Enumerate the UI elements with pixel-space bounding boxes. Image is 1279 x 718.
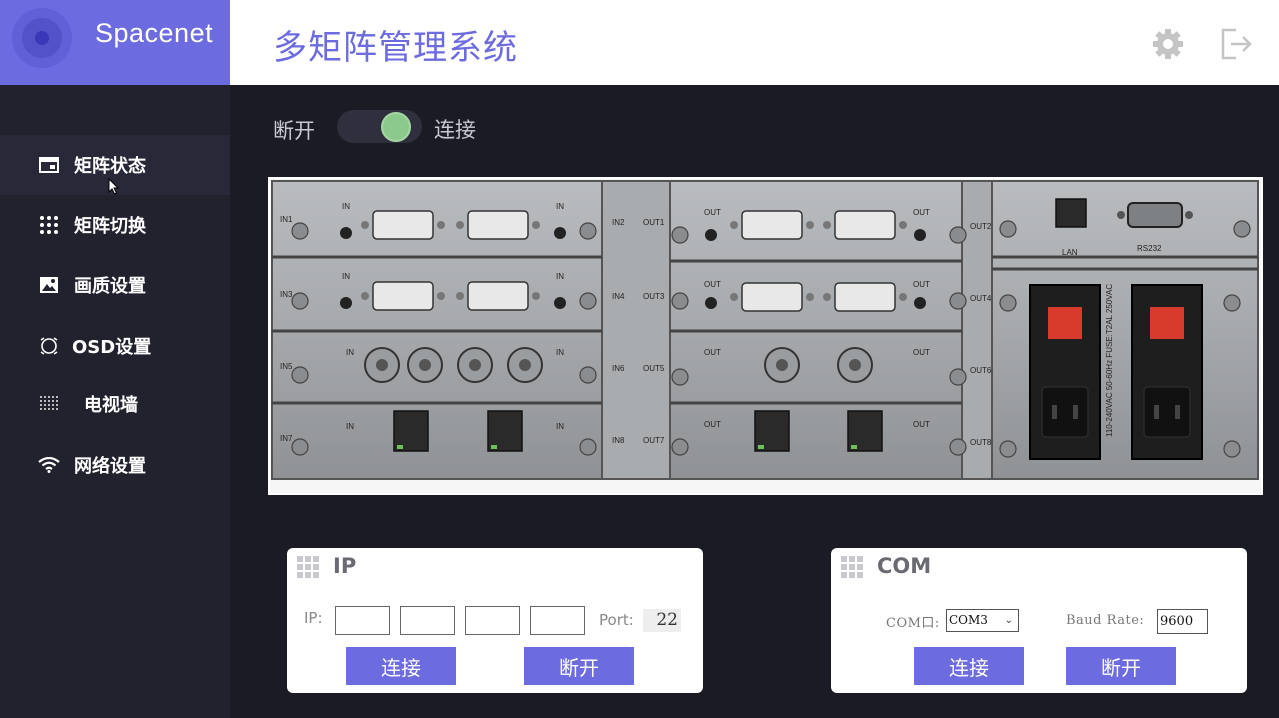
brand-bar: Spacenet <box>0 0 230 85</box>
svg-text:IN: IN <box>346 348 354 357</box>
device-label-in8: IN8 <box>612 436 625 445</box>
device-label-in6: IN6 <box>612 364 625 373</box>
device-label-power-spec: 110-240VAC 50-60Hz FUSE:T2AL 250VAC <box>1105 284 1114 437</box>
sidebar-item-label: OSD设置 <box>72 337 152 358</box>
osd-icon <box>38 335 60 357</box>
logo-icon <box>12 8 72 68</box>
ip-label: IP: <box>304 609 323 627</box>
port-label: Port: <box>599 611 634 629</box>
com-panel-title: COM <box>877 554 932 578</box>
dots-grid-icon <box>38 214 60 236</box>
device-label-out1: OUT1 <box>643 218 665 227</box>
brand-name: Spacenet <box>95 18 214 48</box>
ip-connection-panel: IP IP: Port: 22 连接 断开 <box>287 548 703 693</box>
image-icon <box>38 274 60 296</box>
device-label-in1: IN1 <box>280 215 293 224</box>
com-connect-button[interactable]: 连接 <box>914 647 1024 685</box>
svg-text:OUT: OUT <box>913 348 930 357</box>
sidebar-item-label: 电视墙 <box>84 395 138 416</box>
svg-text:OUT: OUT <box>704 348 721 357</box>
svg-text:OUT: OUT <box>704 280 721 289</box>
sidebar-item-matrix-switch[interactable]: 矩阵切换 <box>0 195 230 255</box>
com-disconnect-button[interactable]: 断开 <box>1066 647 1176 685</box>
tv-wall-icon <box>38 393 60 415</box>
connection-toggle[interactable] <box>337 110 422 143</box>
toggle-knob <box>381 112 411 142</box>
sidebar-item-tv-wall[interactable]: 电视墙 <box>0 374 230 434</box>
sidebar-item-matrix-status[interactable]: 矩阵状态 <box>0 135 230 195</box>
sidebar: Spacenet 矩阵状态 矩阵切换 画质设置 OSD设置 电视墙 网络设置 <box>0 0 230 718</box>
ip-octet-4-input[interactable] <box>530 606 585 635</box>
sidebar-item-label: 网络设置 <box>74 456 146 477</box>
baud-rate-input[interactable]: 9600 <box>1157 609 1208 634</box>
matrix-device-image: IN1 IN3 IN5 IN7 IN2 IN4 IN6 IN8 OUT1 OUT… <box>268 177 1263 495</box>
svg-text:IN: IN <box>556 422 564 431</box>
window-icon <box>38 154 60 176</box>
device-label-in2: IN2 <box>612 218 625 227</box>
com-port-select[interactable]: COM3 ⌄ <box>946 609 1019 632</box>
gear-icon[interactable] <box>1150 26 1186 62</box>
device-label-in4: IN4 <box>612 292 625 301</box>
ip-octet-2-input[interactable] <box>400 606 455 635</box>
ip-panel-title: IP <box>333 554 357 578</box>
svg-text:OUT: OUT <box>913 280 930 289</box>
device-label-out5: OUT5 <box>643 364 665 373</box>
baud-rate-label: Baud Rate: <box>1066 613 1145 628</box>
device-label-in7: IN7 <box>280 434 293 443</box>
device-label-out8: OUT8 <box>970 438 992 447</box>
sidebar-item-network[interactable]: 网络设置 <box>0 435 230 495</box>
device-label-out7: OUT7 <box>643 436 665 445</box>
device-label-out2: OUT2 <box>970 222 992 231</box>
disconnect-toggle-label: 断开 <box>273 119 315 143</box>
chevron-down-icon: ⌄ <box>1004 615 1013 626</box>
device-label-rs232: RS232 <box>1137 244 1162 253</box>
svg-text:OUT: OUT <box>704 420 721 429</box>
grid-icon <box>841 556 865 580</box>
device-label-out6: OUT6 <box>970 366 992 375</box>
connect-toggle-label: 连接 <box>434 118 476 142</box>
device-label-out: OUT <box>704 208 721 217</box>
sidebar-item-label: 画质设置 <box>74 276 146 297</box>
svg-text:OUT: OUT <box>913 420 930 429</box>
sidebar-item-label: 矩阵切换 <box>74 216 146 237</box>
page-title: 多矩阵管理系统 <box>273 28 518 68</box>
svg-text:IN: IN <box>556 348 564 357</box>
wifi-icon <box>38 454 60 476</box>
ip-connect-button[interactable]: 连接 <box>346 647 456 685</box>
sidebar-item-image-quality[interactable]: 画质设置 <box>0 255 230 315</box>
svg-text:IN: IN <box>346 422 354 431</box>
device-label-lan: LAN <box>1062 248 1078 257</box>
com-port-label: COM口: <box>886 616 940 631</box>
com-connection-panel: COM COM口: COM3 ⌄ Baud Rate: 9600 连接 断开 <box>831 548 1247 693</box>
device-label-in3: IN3 <box>280 290 293 299</box>
svg-text:IN: IN <box>556 202 564 211</box>
svg-text:IN: IN <box>556 272 564 281</box>
sidebar-item-osd[interactable]: OSD设置 <box>0 316 230 376</box>
ip-disconnect-button[interactable]: 断开 <box>524 647 634 685</box>
ip-octet-1-input[interactable] <box>335 606 390 635</box>
port-input[interactable]: 22 <box>643 609 681 632</box>
device-label-in5: IN5 <box>280 362 293 371</box>
sidebar-item-label: 矩阵状态 <box>74 156 146 177</box>
svg-text:IN: IN <box>342 272 350 281</box>
device-label-out4: OUT4 <box>970 294 992 303</box>
svg-text:OUT: OUT <box>913 208 930 217</box>
mouse-cursor-icon <box>108 178 120 195</box>
header: 多矩阵管理系统 <box>230 0 1279 85</box>
logout-icon[interactable] <box>1216 24 1256 64</box>
device-label-in: IN <box>342 202 350 211</box>
com-port-value: COM3 <box>949 613 988 627</box>
ip-octet-3-input[interactable] <box>465 606 520 635</box>
grid-icon <box>297 556 321 580</box>
device-label-out3: OUT3 <box>643 292 665 301</box>
